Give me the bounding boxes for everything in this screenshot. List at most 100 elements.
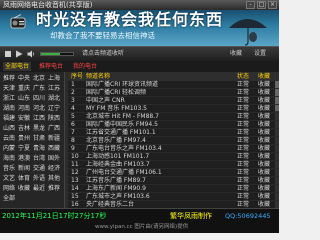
category-item[interactable]: 上海	[48, 75, 60, 83]
category-item[interactable]: 甘肃	[33, 135, 45, 143]
station-row[interactable]: 1 国际广播CRI 环球资讯频道 正常 收藏	[68, 81, 279, 89]
category-item[interactable]: 最近	[33, 185, 45, 193]
title-bar[interactable]: 凤雨网络电台收音机(共享版) - □ ×	[0, 0, 279, 10]
station-favorite[interactable]: 收藏	[258, 97, 270, 105]
category-item[interactable]: 中央	[18, 75, 30, 83]
settings-button[interactable]: 设置	[254, 50, 266, 58]
tab-all-stations[interactable]: 全部电台	[3, 62, 32, 71]
tab-my-stations[interactable]: 我的电台	[71, 62, 99, 71]
station-favorite[interactable]: 收藏	[258, 177, 270, 185]
station-row[interactable]: 4 MY FM 音乐 FM103.5 正常 收藏	[68, 105, 279, 113]
category-item[interactable]: 北京	[33, 75, 45, 83]
category-item[interactable]: 吉林	[18, 125, 30, 133]
station-row[interactable]: 11 上海经典金曲 FM103.7 正常 收藏	[68, 161, 279, 169]
station-favorite[interactable]: 收藏	[258, 145, 270, 153]
category-item[interactable]: 推荐	[48, 185, 60, 193]
station-favorite[interactable]: 收藏	[258, 113, 270, 121]
category-item[interactable]: 网络	[3, 185, 15, 193]
play-icon[interactable]	[15, 50, 23, 58]
category-item[interactable]: 新疆	[48, 135, 60, 143]
station-row[interactable]: 9 广东电台音乐之声 FM103.4 正常 收藏	[68, 145, 279, 153]
category-item[interactable]: 湖北	[48, 95, 60, 103]
station-favorite[interactable]: 收藏	[258, 153, 270, 161]
volume-slider[interactable]	[40, 52, 74, 56]
station-favorite[interactable]: 收藏	[258, 81, 270, 89]
maximize-button[interactable]: □	[257, 1, 266, 9]
station-row[interactable]: 3 中国之声 CNR 正常 收藏	[68, 97, 279, 105]
category-item[interactable]: 四川	[33, 95, 45, 103]
category-item[interactable]: 河北	[33, 105, 45, 113]
station-number: 15	[71, 193, 79, 200]
category-item[interactable]: 外语	[33, 175, 45, 183]
category-item[interactable]: 陕西	[48, 115, 60, 123]
station-favorite[interactable]: 收藏	[258, 137, 270, 145]
station-favorite[interactable]: 收藏	[258, 105, 270, 113]
station-row[interactable]: 12 广州电台交通广播 FM106.1 正常 收藏	[68, 169, 279, 177]
category-item[interactable]: 内蒙	[3, 145, 15, 153]
station-row[interactable]: 13 江苏音乐广播 FM89.7 正常 收藏	[68, 177, 279, 185]
close-button[interactable]: ×	[268, 1, 277, 9]
category-item[interactable]: 广东	[33, 85, 45, 93]
tab-recommended[interactable]: 推荐电台	[37, 62, 65, 71]
station-favorite[interactable]: 收藏	[258, 193, 270, 201]
category-item[interactable]: 浙江	[3, 95, 15, 103]
station-row[interactable]: 10 上海动感101 FM101.7 正常 收藏	[68, 153, 279, 161]
category-item[interactable]: 国外	[48, 155, 60, 163]
category-item[interactable]: 贵州	[18, 135, 30, 143]
station-favorite[interactable]: 收藏	[258, 185, 270, 193]
station-favorite[interactable]: 收藏	[258, 129, 270, 137]
station-favorite[interactable]: 收藏	[258, 121, 270, 129]
speaker-icon[interactable]	[27, 50, 35, 58]
station-status: 正常	[237, 145, 250, 152]
category-item[interactable]: 重庆	[18, 85, 30, 93]
category-item[interactable]: 黑龙	[33, 125, 45, 133]
stop-icon[interactable]	[4, 50, 12, 58]
category-item[interactable]: 文艺	[3, 175, 15, 183]
station-name: 北京城市 Hit FM - FM88.7	[86, 113, 159, 120]
category-item[interactable]: 湖南	[3, 105, 15, 113]
station-row[interactable]: 15 广东城市之声 FM103.6 正常 收藏	[68, 193, 279, 201]
station-status: 正常	[237, 105, 250, 112]
category-item[interactable]: 江西	[33, 115, 45, 123]
category-item[interactable]: 新闻	[18, 165, 30, 173]
minimize-button[interactable]: -	[246, 1, 255, 9]
station-favorite[interactable]: 收藏	[258, 169, 270, 177]
station-row[interactable]: 2 国际广播CRI 轻松调频 正常 收藏	[68, 89, 279, 97]
station-row[interactable]: 14 上海东广新闻 FM90.9 正常 收藏	[68, 185, 279, 193]
category-item[interactable]: 其他	[48, 175, 60, 183]
station-favorite[interactable]: 收藏	[258, 89, 270, 97]
category-item[interactable]: 山东	[18, 95, 30, 103]
category-item[interactable]: 音乐	[3, 165, 15, 173]
category-item[interactable]: 全部	[3, 195, 15, 203]
category-item[interactable]: 交通	[33, 165, 45, 173]
favorites-button[interactable]: 收藏	[230, 50, 242, 58]
category-item[interactable]: 河南	[18, 105, 30, 113]
category-item[interactable]: 台湾	[33, 155, 45, 163]
station-row[interactable]: 7 江苏省交通广播 FM101.1 正常 收藏	[68, 129, 279, 137]
category-item[interactable]: 体育	[18, 175, 30, 183]
category-item[interactable]: 推荐	[3, 75, 15, 83]
category-item[interactable]: 收藏	[18, 185, 30, 193]
station-favorite[interactable]: 收藏	[258, 161, 270, 169]
category-item[interactable]: 辽宁	[48, 105, 60, 113]
station-row[interactable]: 6 国际广播中国民乐 FM94.5 正常 收藏	[68, 121, 279, 129]
category-item[interactable]: 天津	[3, 85, 15, 93]
station-row[interactable]: 5 北京城市 Hit FM - FM88.7 正常 收藏	[68, 113, 279, 121]
category-item[interactable]: 青海	[33, 145, 45, 153]
category-item[interactable]: 经济	[48, 165, 60, 173]
window-buttons: - □ ×	[246, 1, 277, 9]
category-item[interactable]: 江苏	[48, 85, 60, 93]
category-item[interactable]: 西藏	[48, 145, 60, 153]
category-item[interactable]: 宁夏	[18, 145, 30, 153]
status-bar: 2012年11月21日17时27分17秒 繁华凤雨制作 QQ:50692445 …	[0, 208, 279, 233]
category-item[interactable]: 福建	[3, 115, 15, 123]
category-item[interactable]: 海南	[3, 155, 15, 163]
category-item[interactable]: 云南	[3, 135, 15, 143]
station-row[interactable]: 8 北京音乐广播 FM97.4 正常 收藏	[68, 137, 279, 145]
qq-contact[interactable]: QQ:50692445	[225, 212, 271, 221]
category-item[interactable]: 安徽	[18, 115, 30, 123]
category-item[interactable]: 港澳	[18, 155, 30, 163]
category-item[interactable]: 广西	[48, 125, 60, 133]
category-item[interactable]: 山西	[3, 125, 15, 133]
station-number: 4	[71, 105, 75, 112]
